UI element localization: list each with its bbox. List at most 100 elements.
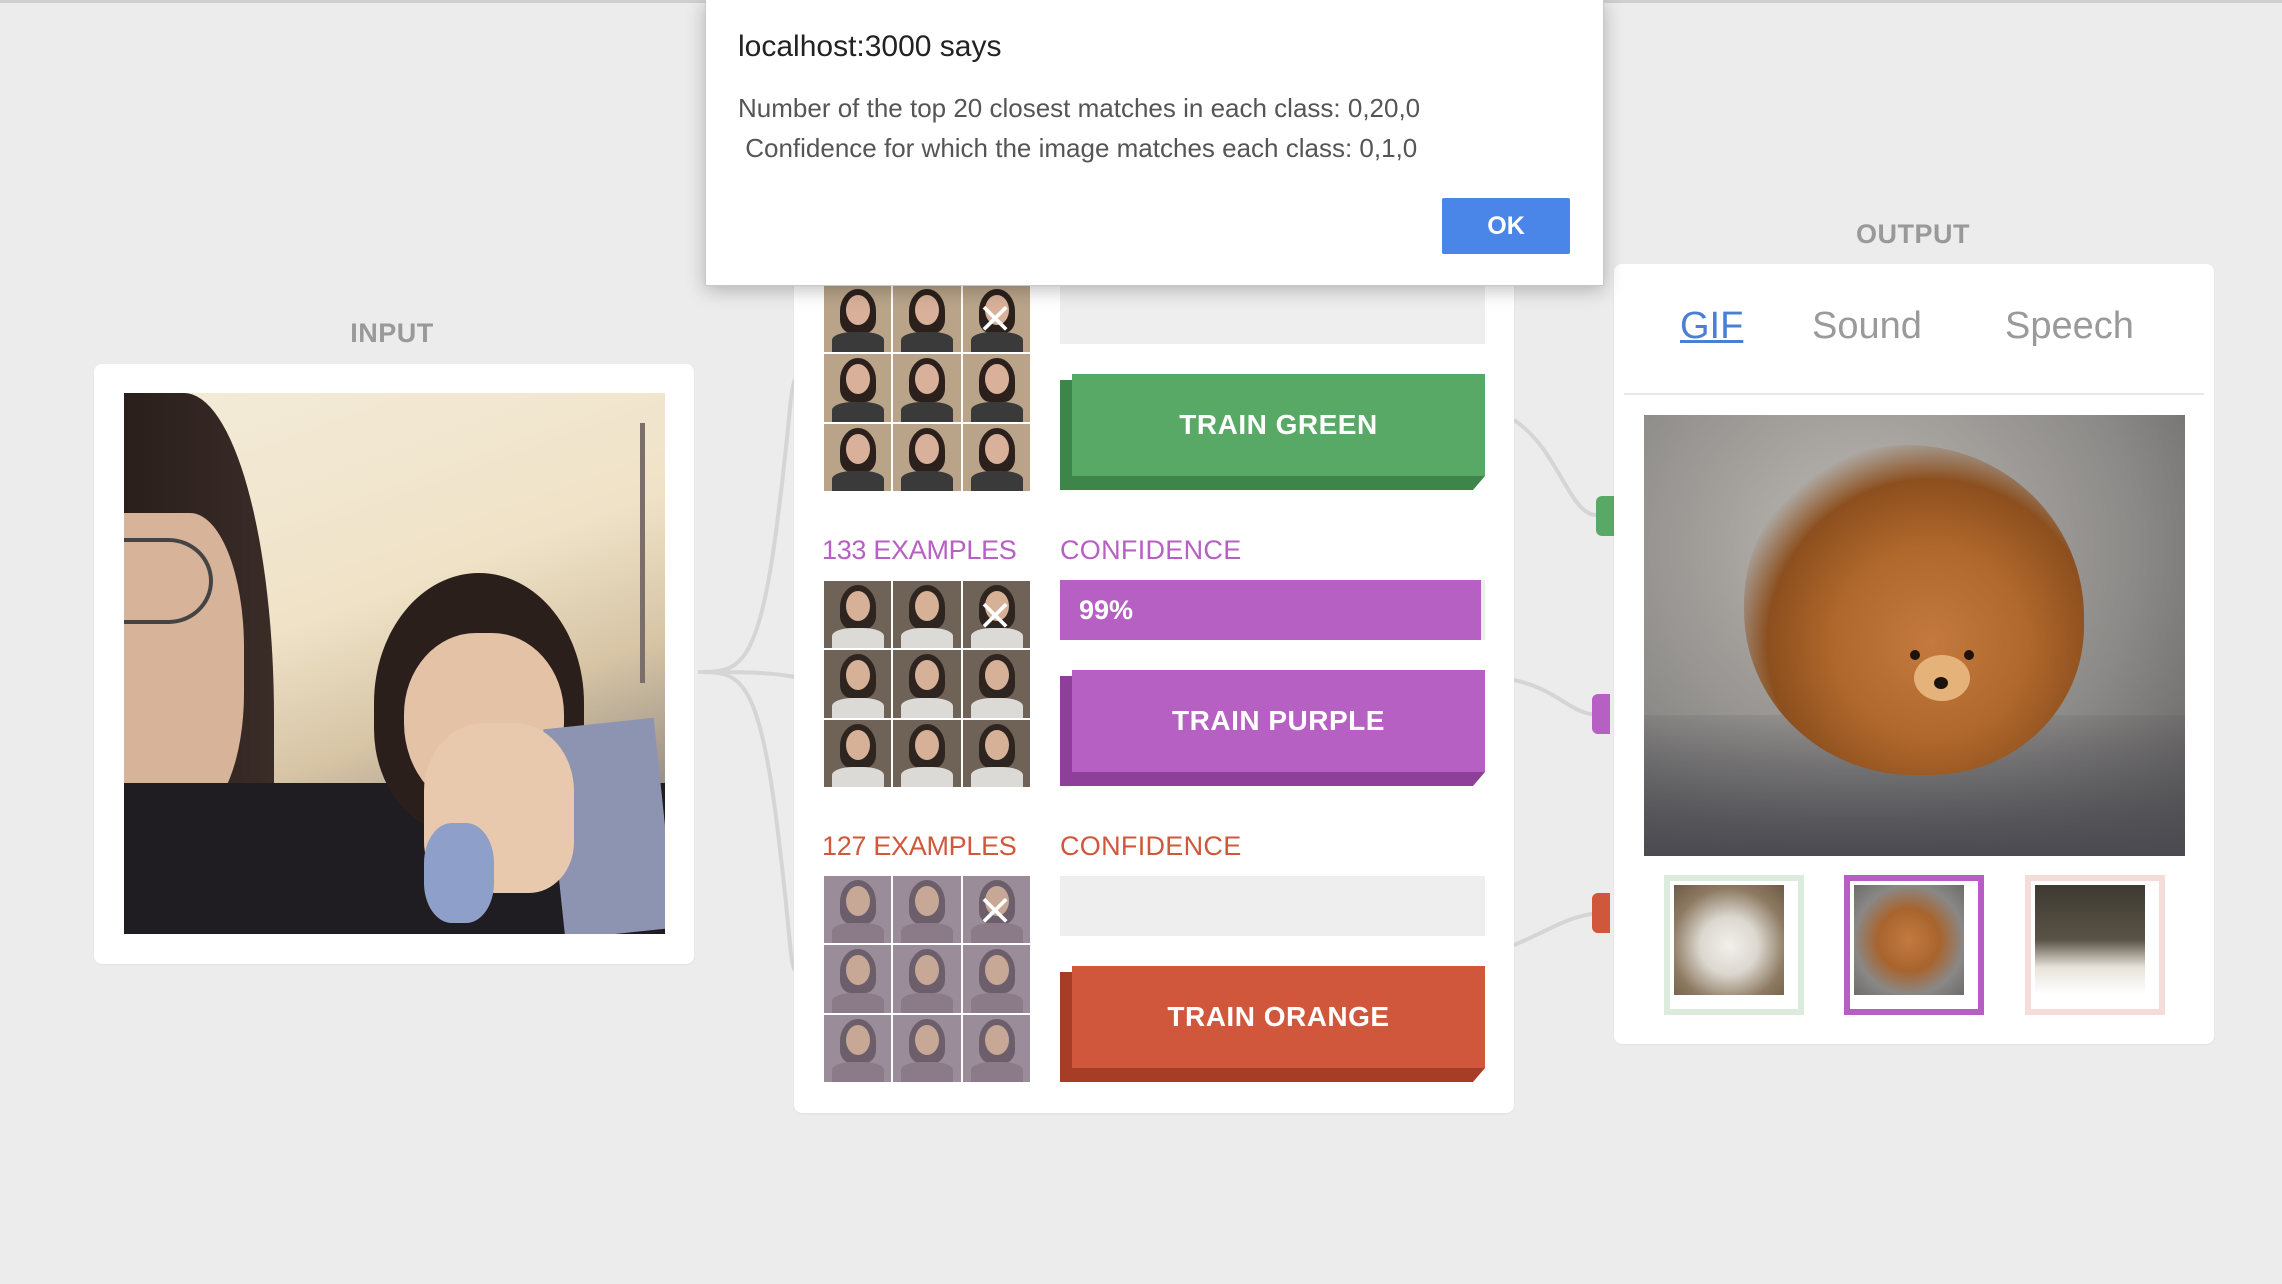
purple-confidence-title: CONFIDENCE bbox=[1060, 535, 1242, 565]
dog-nose bbox=[1934, 677, 1948, 689]
train-purple-button-bottom bbox=[1072, 772, 1485, 786]
thumbnail-face bbox=[846, 433, 870, 464]
example-thumbnail bbox=[893, 650, 961, 718]
tab-gif[interactable]: GIF bbox=[1680, 305, 1743, 348]
dialog-message: Number of the top 20 closest matches in … bbox=[738, 88, 1420, 168]
example-thumbnail bbox=[824, 1014, 892, 1082]
thumbnail-body bbox=[901, 1062, 954, 1082]
close-icon[interactable]: × bbox=[975, 888, 1015, 932]
dialog-message-line-1: Number of the top 20 closest matches in … bbox=[738, 93, 1421, 123]
dog-eye bbox=[1910, 650, 1920, 660]
train-green-button[interactable]: TRAIN GREEN bbox=[1060, 374, 1485, 490]
example-thumbnail bbox=[824, 876, 892, 944]
thumbnail-face bbox=[984, 1024, 1009, 1055]
thumbnail-face bbox=[846, 729, 870, 760]
thumbnail-body bbox=[901, 332, 954, 353]
example-thumbnail bbox=[824, 354, 892, 422]
dialog-message-line-2: Confidence for which the image matches e… bbox=[738, 133, 1418, 163]
gif-option-rabbit[interactable] bbox=[2025, 875, 2165, 1015]
thumbnail-body bbox=[970, 697, 1023, 718]
thumbnail-face bbox=[984, 433, 1009, 464]
dialog-title: localhost:3000 says bbox=[738, 30, 1002, 63]
example-thumbnail bbox=[893, 423, 961, 491]
example-thumbnail bbox=[893, 719, 961, 787]
tabs-divider bbox=[1624, 393, 2204, 395]
example-thumbnail bbox=[824, 423, 892, 491]
thumbnail-body bbox=[832, 992, 884, 1013]
thumbnail-face bbox=[915, 1024, 940, 1055]
example-thumbnail bbox=[962, 650, 1030, 718]
example-thumbnail bbox=[962, 945, 1030, 1013]
train-green-button-bottom bbox=[1072, 476, 1485, 490]
example-thumbnail bbox=[893, 354, 961, 422]
gif-option-pomeranian[interactable] bbox=[1844, 875, 1984, 1015]
thumbnail-body bbox=[832, 332, 884, 353]
example-thumbnail bbox=[962, 1014, 1030, 1082]
train-orange-button-side bbox=[1060, 972, 1072, 1082]
example-thumbnail bbox=[893, 876, 961, 944]
example-thumbnail bbox=[824, 945, 892, 1013]
train-purple-button[interactable]: TRAIN PURPLE bbox=[1060, 670, 1485, 786]
example-thumbnail bbox=[824, 719, 892, 787]
train-green-label: TRAIN GREEN bbox=[1072, 374, 1485, 476]
train-purple-label: TRAIN PURPLE bbox=[1072, 670, 1485, 772]
thumbnail-body bbox=[901, 401, 954, 422]
example-thumbnail bbox=[893, 1014, 961, 1082]
white-cat-thumbnail bbox=[1674, 885, 1784, 995]
train-orange-label: TRAIN ORANGE bbox=[1072, 966, 1485, 1068]
thumbnail-face bbox=[984, 955, 1009, 986]
green-output-port bbox=[1596, 496, 1614, 536]
thumbnail-body bbox=[901, 471, 954, 491]
ok-button[interactable]: OK bbox=[1442, 198, 1570, 254]
thumbnail-face bbox=[984, 364, 1009, 395]
thumbnail-face bbox=[846, 591, 870, 621]
thumbnail-body bbox=[901, 923, 954, 944]
pomeranian-dog bbox=[1744, 445, 2084, 775]
example-thumbnail bbox=[824, 650, 892, 718]
example-thumbnail bbox=[824, 285, 892, 353]
thumbnail-body bbox=[832, 471, 884, 491]
thumbnail-face bbox=[846, 1024, 870, 1055]
example-thumbnail bbox=[893, 581, 961, 649]
thumbnail-face bbox=[846, 886, 870, 916]
gif-option-white-cat[interactable] bbox=[1664, 875, 1804, 1015]
output-section-label: OUTPUT bbox=[1856, 219, 1970, 249]
thumbnail-body bbox=[832, 697, 884, 718]
example-thumbnail bbox=[962, 719, 1030, 787]
train-orange-button-bottom bbox=[1072, 1068, 1485, 1082]
orange-confidence-bar bbox=[1060, 876, 1485, 936]
train-orange-button[interactable]: TRAIN ORANGE bbox=[1060, 966, 1485, 1082]
example-thumbnail bbox=[824, 581, 892, 649]
purple-confidence-value: 99% bbox=[1079, 595, 1134, 625]
example-thumbnail bbox=[893, 285, 961, 353]
thumbnail-face bbox=[984, 660, 1009, 691]
thumbnail-body bbox=[970, 1062, 1023, 1082]
thumbnail-body bbox=[970, 471, 1023, 491]
purple-examples-count: 133 EXAMPLES bbox=[822, 535, 1017, 565]
thumbnail-body bbox=[832, 923, 884, 944]
thumbnail-face bbox=[915, 729, 940, 760]
orange-examples-count: 127 EXAMPLES bbox=[822, 831, 1017, 861]
train-purple-button-side bbox=[1060, 676, 1072, 786]
alert-dialog: localhost:3000 says Number of the top 20… bbox=[705, 0, 1604, 286]
thumbnail-body bbox=[901, 628, 954, 649]
tab-sound[interactable]: Sound bbox=[1812, 305, 1922, 348]
thumbnail-body bbox=[832, 401, 884, 422]
thumbnail-body bbox=[832, 1062, 884, 1082]
thumbnail-face bbox=[984, 729, 1009, 760]
thumbnail-body bbox=[832, 767, 884, 787]
example-thumbnail bbox=[962, 354, 1030, 422]
purple-confidence-bar: 99% bbox=[1060, 580, 1485, 640]
close-icon[interactable]: × bbox=[975, 593, 1015, 637]
thumbnail-face bbox=[915, 433, 940, 464]
rabbit-thumbnail bbox=[2035, 885, 2145, 995]
thumbnail-face bbox=[846, 295, 870, 325]
tab-speech[interactable]: Speech bbox=[2005, 305, 2134, 348]
green-confidence-bar bbox=[1060, 284, 1485, 344]
thumbnail-body bbox=[970, 767, 1023, 787]
thumbnail-body bbox=[901, 767, 954, 787]
example-thumbnail bbox=[962, 423, 1030, 491]
thumbnail-body bbox=[901, 697, 954, 718]
close-icon[interactable]: × bbox=[975, 296, 1015, 340]
purple-output-port bbox=[1592, 694, 1610, 734]
